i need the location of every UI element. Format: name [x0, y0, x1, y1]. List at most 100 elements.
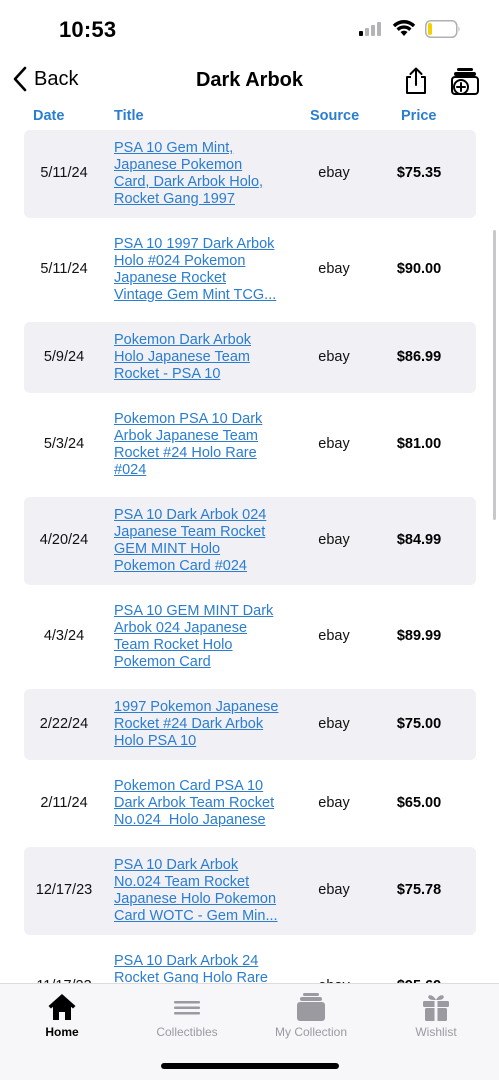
table-row[interactable]: 5/11/24 PSA 10 Gem Mint, Japanese Pokemon C… — [24, 130, 476, 218]
sale-title-line: Pokemon PSA 10 Dark — [114, 411, 263, 427]
sale-title-link[interactable]: PSA 10 Dark Arbok No.024 Team Rocket Japan… — [114, 857, 294, 925]
sale-price: $86.99 — [396, 348, 442, 365]
table-row[interactable]: 5/11/24 PSA 10 1997 Dark Arbok Holo #024 P… — [24, 226, 476, 314]
sale-date: 5/11/24 — [40, 165, 88, 181]
sale-title-link[interactable]: PSA 10 Dark Arbok 024 Japanese Team Rocke… — [114, 507, 294, 575]
sale-price: $65.00 — [396, 794, 442, 811]
cellular-signal-icon — [359, 22, 381, 36]
sale-source: ebay — [318, 165, 350, 181]
tab-label: Home — [45, 1025, 79, 1039]
add-to-collection-icon[interactable] — [451, 67, 479, 95]
sale-date: 5/9/24 — [43, 348, 85, 365]
sale-title-line: Rocket #24 Dark Arbok — [114, 716, 264, 732]
sale-source: ebay — [318, 794, 350, 811]
sale-date: 2/11/24 — [40, 794, 88, 811]
navigation-bar: Back Dark Arbok — [0, 58, 499, 104]
sale-title-line: Card, Dark Arbok Holo, — [114, 174, 264, 190]
status-bar: 10:53 — [0, 0, 499, 58]
sale-price: $75.35 — [396, 165, 442, 181]
sale-title-line: Dark Arbok Team Rocket — [114, 795, 275, 811]
sale-title-line: Rocket - PSA 10 — [114, 366, 221, 382]
tab-collectibles[interactable]: Collectibles — [125, 984, 249, 1044]
sale-title-line: PSA 10 GEM MINT Dark — [114, 603, 274, 619]
table-row[interactable]: 2/11/24 Pokemon Card PSA 10 Dark Arbok Tea… — [24, 768, 476, 839]
sale-title-line: Team Rocket Holo — [114, 637, 233, 653]
sale-title-line: Pokemon Dark Arbok — [114, 332, 252, 348]
share-icon[interactable] — [403, 67, 429, 95]
tab-home[interactable]: Home — [0, 984, 124, 1044]
sale-source: ebay — [318, 532, 350, 548]
sale-title-line: Pokemon Card #024 — [114, 558, 247, 574]
column-headers: Date Title Source Price — [0, 108, 499, 128]
sale-title-link[interactable]: PSA 10 Gem Mint, Japanese Pokemon Card, Da… — [114, 140, 294, 208]
sale-title-link[interactable]: PSA 10 GEM MINT Dark Arbok 024 Japanese Te… — [114, 603, 294, 671]
sale-title-line: Card WOTC - Gem Min... — [114, 908, 278, 924]
wifi-icon — [392, 20, 416, 36]
home-indicator — [161, 1063, 339, 1069]
column-header-date[interactable]: Date — [33, 108, 64, 124]
table-row[interactable]: 4/3/24 PSA 10 GEM MINT Dark Arbok 024 Japa… — [24, 593, 476, 681]
sale-title-line: Holo Japanese Team — [114, 349, 250, 365]
sale-date: 5/3/24 — [43, 436, 85, 452]
sale-date: 4/20/24 — [39, 532, 89, 548]
sale-title-line: No.024 Team Rocket — [114, 874, 250, 890]
column-header-title[interactable]: Title — [114, 108, 144, 124]
sale-source: ebay — [318, 436, 350, 452]
home-icon — [48, 994, 76, 1020]
tab-my-collection[interactable]: My Collection — [249, 984, 373, 1044]
sale-title-line: Rocket #24 Holo Rare — [114, 445, 257, 461]
sale-price: $81.00 — [396, 436, 442, 452]
sale-title-line: Rocket Gang 1997 — [114, 191, 235, 207]
sale-title-line: Japanese Rocket — [114, 270, 227, 286]
table-row[interactable]: 2/22/24 1997 Pokemon Japanese Rocket #24 D… — [24, 689, 476, 760]
sale-date: 5/11/24 — [40, 261, 88, 277]
sale-price: $90.00 — [396, 261, 442, 277]
sale-title-line: PSA 10 Dark Arbok 024 — [114, 507, 267, 523]
sale-title-line: Pokemon Card — [114, 654, 211, 670]
table-row[interactable]: 4/20/24 PSA 10 Dark Arbok 024 Japanese Tea… — [24, 497, 476, 585]
sale-source: ebay — [318, 628, 350, 644]
sale-title-line: PSA 10 Gem Mint, — [114, 140, 234, 156]
sale-source: ebay — [318, 261, 350, 277]
tab-label: My Collection — [274, 1025, 348, 1039]
sale-title-link[interactable]: 1997 Pokemon Japanese Rocket #24 Dark Arb… — [114, 699, 294, 750]
sale-source: ebay — [318, 882, 350, 898]
sale-title-link[interactable]: Pokemon Card PSA 10 Dark Arbok Team Rocke… — [114, 778, 294, 829]
sale-title-line: GEM MINT Holo — [114, 541, 221, 557]
list-icon — [174, 1001, 200, 1015]
sale-price: $75.00 — [396, 715, 442, 732]
tab-wishlist[interactable]: Wishlist — [374, 984, 498, 1044]
sale-title-line: No.024 Holo Japanese — [114, 812, 266, 828]
sale-title-link[interactable]: Pokemon Dark Arbok Holo Japanese Team Rock… — [114, 332, 294, 383]
sale-source: ebay — [318, 715, 350, 732]
sale-price: $84.99 — [396, 532, 442, 548]
sale-title-line: Japanese Holo Pokemon — [114, 891, 277, 907]
table-row[interactable]: 5/3/24 Pokemon PSA 10 Dark Arbok Japanese … — [24, 401, 476, 489]
column-header-price[interactable]: Price — [401, 108, 436, 124]
sale-title-line: Japanese Team Rocket — [114, 524, 266, 540]
gift-icon — [423, 995, 449, 1021]
sale-title-line: Arbok Japanese Team — [114, 428, 259, 444]
status-time: 10:53 — [59, 17, 117, 42]
sale-title-line: PSA 10 Dark Arbok 24 — [114, 953, 259, 969]
scroll-indicator[interactable] — [493, 230, 496, 520]
sale-title-line: Japanese Pokemon — [114, 157, 243, 173]
table-row[interactable]: 5/9/24 Pokemon Dark Arbok Holo Japanese Te… — [24, 322, 476, 393]
sale-source: ebay — [318, 348, 350, 365]
sale-title-link[interactable]: Pokemon PSA 10 Dark Arbok Japanese Team Ro… — [114, 411, 294, 479]
sale-title-line: Arbok 024 Japanese — [114, 620, 248, 636]
sale-title-line: 1997 Pokemon Japanese — [114, 699, 279, 715]
sale-title-line: PSA 10 Dark Arbok — [114, 857, 239, 873]
sale-date: 2/22/24 — [39, 715, 89, 732]
sale-title-line: Holo #024 Pokemon — [114, 253, 246, 269]
sale-title-link[interactable]: PSA 10 1997 Dark Arbok Holo #024 Pokemon J… — [114, 236, 294, 304]
table-row[interactable]: 12/17/23 PSA 10 Dark Arbok No.024 Team Roc… — [24, 847, 476, 935]
sale-title-line: Pokemon Card PSA 10 — [114, 778, 264, 794]
sale-title-line: Vintage Gem Mint TCG... — [114, 287, 277, 303]
sale-title-line: PSA 10 1997 Dark Arbok — [114, 236, 275, 252]
sale-date: 4/3/24 — [43, 628, 85, 644]
tab-label: Wishlist — [415, 1025, 457, 1039]
column-header-source[interactable]: Source — [310, 108, 359, 124]
sale-price: $89.99 — [396, 628, 442, 644]
tab-label: Collectibles — [156, 1025, 218, 1039]
